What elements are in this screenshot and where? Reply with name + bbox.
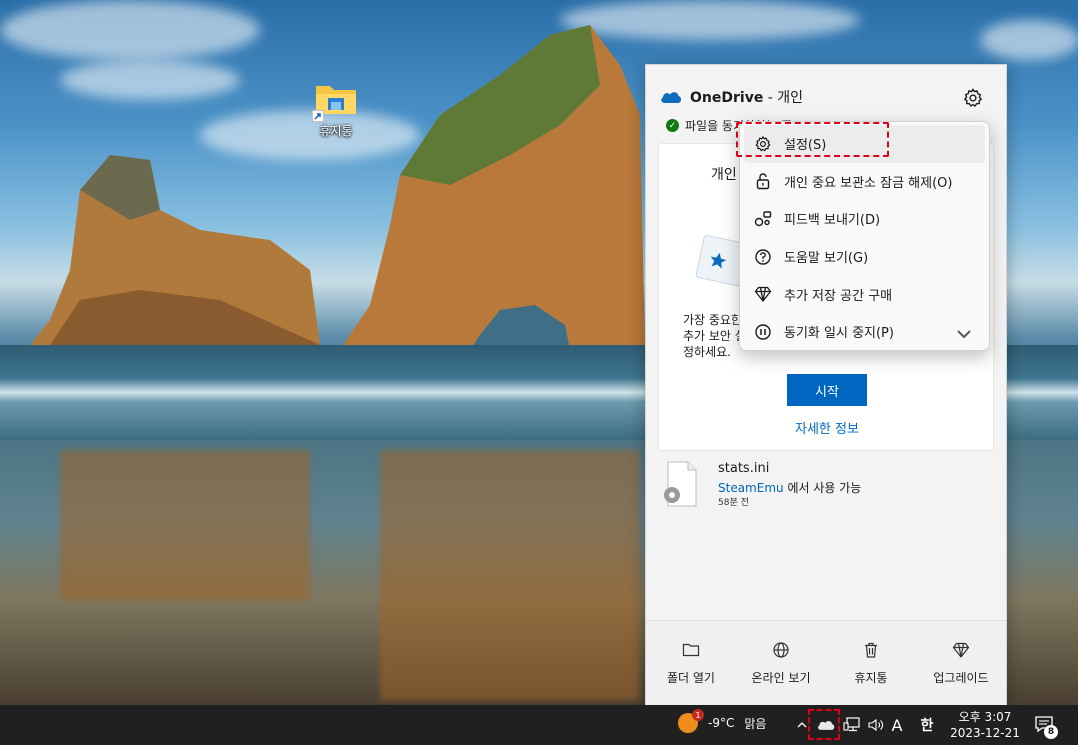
diamond-icon	[754, 287, 772, 302]
help-icon	[755, 248, 771, 265]
clock-date: 2023-12-21	[950, 726, 1020, 740]
menu-item-pause-sync[interactable]: 동기화 일시 중지(P)	[744, 313, 985, 351]
desktop-icon-label: 휴지통	[319, 124, 353, 138]
rock-reflection	[60, 450, 310, 600]
gear-icon	[755, 136, 771, 151]
sun-icon: 1	[678, 709, 704, 733]
weather-badge: 1	[692, 709, 704, 721]
weather-widget[interactable]: 1 -9°C 맑음	[678, 709, 767, 733]
menu-item-buy-storage[interactable]: 추가 저장 공간 구매	[744, 275, 985, 313]
open-folder-button[interactable]: 폴더 열기	[649, 641, 733, 686]
desktop-icon-recycle[interactable]: 휴지통	[306, 80, 366, 139]
settings-file-icon	[664, 461, 697, 507]
cloud	[980, 20, 1078, 60]
notification-count-badge: 8	[1044, 725, 1058, 739]
network-icon[interactable]	[842, 716, 862, 734]
check-icon: ✓	[666, 119, 679, 132]
recent-file-row[interactable]: stats.ini SteamEmu 에서 사용 가능 58분 전	[658, 461, 994, 511]
trash-icon	[865, 642, 877, 658]
learn-more-link[interactable]: 자세한 정보	[795, 418, 859, 437]
menu-item-label: 추가 저장 공간 구매	[784, 288, 893, 304]
globe-icon	[773, 642, 789, 658]
taskbar-clock[interactable]: 오후 3:07 2023-12-21	[950, 709, 1020, 741]
arch-rock	[340, 25, 645, 350]
star-icon	[710, 252, 727, 269]
chevron-up-icon[interactable]	[795, 716, 809, 734]
feedback-icon	[754, 211, 772, 227]
file-location: SteamEmu 에서 사용 가능	[718, 481, 862, 495]
settings-gear-button[interactable]	[962, 87, 986, 111]
chevron-down-icon[interactable]	[955, 325, 973, 343]
pause-icon	[755, 324, 771, 340]
file-name: stats.ini	[718, 461, 770, 476]
volume-icon[interactable]	[866, 716, 886, 734]
menu-item-unlock-vault[interactable]: 개인 중요 보관소 잠금 해제(O)	[744, 163, 985, 201]
menu-item-label: 개인 중요 보관소 잠금 해제(O)	[784, 175, 953, 191]
unlock-icon	[756, 173, 770, 190]
start-button[interactable]: 시작	[787, 374, 867, 406]
folder-icon	[312, 80, 358, 122]
onedrive-tray-icon[interactable]	[815, 716, 837, 734]
arch-reflection	[380, 450, 640, 700]
menu-item-help[interactable]: 도움말 보기(G)	[744, 238, 985, 276]
upgrade-button[interactable]: 업그레이드	[919, 641, 1003, 686]
menu-item-feedback[interactable]: 피드백 보내기(D)	[744, 200, 985, 238]
ime-language-indicator[interactable]: 한	[918, 716, 936, 734]
diamond-icon	[952, 642, 970, 658]
weather-desc: 맑음	[744, 716, 767, 731]
left-rock	[30, 155, 320, 345]
menu-item-settings[interactable]: 설정(S)	[744, 125, 985, 163]
settings-context-menu: 설정(S) 개인 중요 보관소 잠금 해제(O) 피드백 보내기(D) 도움말 …	[739, 121, 990, 351]
menu-item-label: 도움말 보기(G)	[784, 251, 869, 267]
folder-icon	[682, 643, 700, 657]
recycle-bin-button[interactable]: 휴지통	[829, 641, 913, 686]
flyout-footer: 폴더 열기 온라인 보기 휴지통 업그레이드	[646, 620, 1006, 705]
file-time: 58분 전	[718, 498, 749, 508]
ime-mode-indicator[interactable]: A	[889, 716, 905, 735]
clock-time: 오후 3:07	[958, 710, 1012, 724]
cloud	[60, 60, 240, 100]
flyout-header: OneDrive - 개인	[660, 87, 803, 107]
menu-item-label: 설정(S)	[784, 138, 827, 154]
menu-item-label: 피드백 보내기(D)	[784, 213, 881, 229]
flyout-title: OneDrive - 개인	[690, 90, 804, 106]
cloud	[0, 0, 260, 60]
menu-item-label: 동기화 일시 중지(P)	[784, 326, 894, 342]
card-title: 개인	[711, 167, 737, 183]
file-location-link[interactable]: SteamEmu	[718, 481, 784, 495]
gear-icon	[964, 88, 982, 107]
shortcut-arrow-icon	[312, 110, 324, 122]
view-online-button[interactable]: 온라인 보기	[739, 641, 823, 686]
notification-center-button[interactable]: 8	[1034, 715, 1058, 739]
taskbar: 1 -9°C 맑음 A 한 오후 3:07 2023-12-21 8	[0, 705, 1078, 745]
onedrive-cloud-icon	[661, 92, 682, 103]
weather-temp: -9°C	[708, 716, 735, 730]
